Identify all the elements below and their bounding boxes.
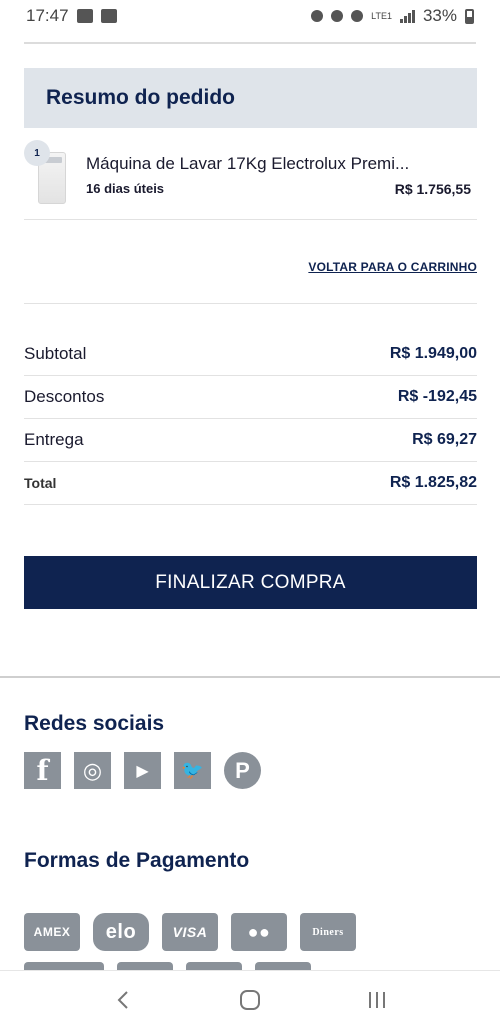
alarm-icon — [311, 10, 324, 22]
subtotal-row: Subtotal R$ 1.949,00 — [24, 333, 477, 375]
cart-item[interactable]: 1 Máquina de Lavar 17Kg Electrolux Premi… — [24, 138, 477, 218]
network-label: LTE1 — [371, 10, 392, 21]
delivery-label: Entrega — [24, 430, 84, 449]
quantity-badge: 1 — [24, 140, 50, 166]
facebook-icon[interactable]: f — [24, 752, 61, 789]
amex-icon: AMEX — [24, 913, 80, 951]
back-to-cart-link[interactable]: VOLTAR PARA O CARRINHO — [308, 260, 477, 274]
total-value: R$ 1.825,82 — [389, 474, 477, 491]
gallery-icon — [100, 9, 117, 23]
home-icon — [239, 989, 260, 1010]
signal-icon — [399, 9, 415, 23]
status-bar: 17:47 LTE1 33% — [0, 0, 500, 32]
back-nav-button[interactable] — [103, 980, 143, 1020]
elo-icon: elo — [93, 913, 149, 951]
recent-apps-nav-button[interactable] — [357, 980, 397, 1020]
notification-icon — [76, 9, 93, 23]
summary-title: Resumo do pedido — [46, 86, 235, 109]
instagram-icon[interactable]: ◎ — [74, 752, 111, 789]
diners-icon: Diners — [300, 913, 356, 951]
pinterest-icon[interactable]: P — [224, 752, 261, 789]
wifi-icon — [351, 10, 364, 22]
discount-value: R$ -192,45 — [397, 388, 477, 405]
twitter-icon[interactable]: 🐦 — [174, 752, 211, 789]
product-price: R$ 1.756,55 — [394, 181, 471, 197]
recent-apps-icon — [368, 991, 385, 1008]
subtotal-value: R$ 1.949,00 — [389, 345, 477, 362]
payment-methods: AMEX elo VISA ●● Diners — [24, 913, 356, 951]
total-row: Total R$ 1.825,82 — [24, 462, 477, 504]
footer-divider — [0, 676, 500, 678]
battery-icon — [465, 8, 474, 24]
payment-title: Formas de Pagamento — [24, 849, 250, 872]
divider — [24, 504, 477, 505]
product-name[interactable]: Máquina de Lavar 17Kg Electrolux Premi..… — [86, 154, 409, 174]
delivery-row: Entrega R$ 69,27 — [24, 419, 477, 461]
divider — [24, 42, 476, 44]
delivery-time: 16 dias úteis — [86, 181, 165, 196]
mastercard-icon: ●● — [231, 913, 287, 951]
divider — [24, 219, 477, 220]
social-title: Redes sociais — [24, 712, 165, 735]
discount-row: Descontos R$ -192,45 — [24, 376, 477, 418]
subtotal-label: Subtotal — [24, 344, 87, 363]
social-links: f ◎ ▶ 🐦 P — [24, 752, 261, 789]
status-right: LTE1 33% — [311, 6, 474, 26]
delivery-value: R$ 69,27 — [412, 431, 477, 448]
summary-header: Resumo do pedido — [24, 68, 477, 128]
home-nav-button[interactable] — [230, 980, 270, 1020]
visa-icon: VISA — [162, 913, 218, 951]
divider — [24, 303, 477, 304]
battery-percent: 33% — [422, 6, 457, 25]
mute-icon — [331, 10, 344, 22]
youtube-icon[interactable]: ▶ — [124, 752, 161, 789]
status-time: 17:47 — [26, 6, 69, 25]
checkout-button[interactable]: FINALIZAR COMPRA — [24, 556, 477, 609]
navigation-bar — [0, 970, 500, 1028]
total-label: Total — [24, 475, 57, 491]
back-chevron-icon — [117, 990, 129, 1009]
discount-label: Descontos — [24, 387, 105, 406]
status-left: 17:47 — [26, 6, 117, 26]
